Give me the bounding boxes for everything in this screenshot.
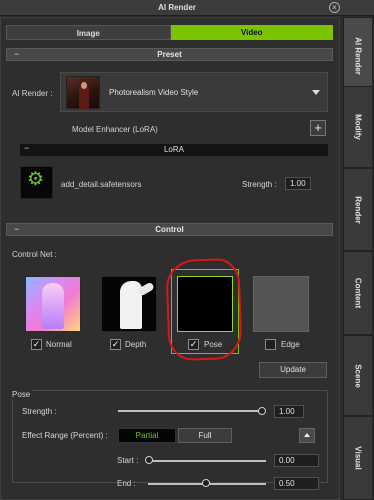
edge-preview[interactable] (253, 276, 309, 332)
collapse-up-button[interactable] (299, 428, 315, 443)
lora-thumbnail: ⚙ (20, 166, 53, 199)
depth-preview[interactable] (101, 276, 157, 332)
start-input[interactable]: 0.00 (274, 454, 319, 467)
preset-header-label: Preset (157, 50, 182, 59)
edge-label: Edge (281, 340, 300, 349)
side-tab-visual[interactable]: Visual (343, 416, 373, 500)
normal-checkbox[interactable]: ✓ (31, 339, 42, 350)
side-tab-content[interactable]: Content (343, 251, 373, 335)
tab-image[interactable]: Image (6, 25, 171, 40)
strength-slider-track[interactable] (118, 410, 262, 412)
lora-header-label: LoRA (163, 145, 184, 154)
partial-button[interactable]: Partial (118, 428, 176, 443)
ai-render-label: AI Render : (12, 89, 53, 98)
control-net-label: Control Net : (12, 250, 57, 259)
title-bar: AI Render × (0, 0, 374, 16)
normal-label: Normal (46, 340, 72, 349)
close-icon[interactable]: × (329, 2, 340, 13)
side-tab-modify[interactable]: Modify (343, 86, 373, 168)
full-button[interactable]: Full (178, 428, 232, 443)
end-input[interactable]: 0.50 (274, 477, 319, 490)
start-slider-handle[interactable] (145, 456, 153, 464)
pose-strength-label: Strength : (22, 407, 57, 416)
plus-icon: + (314, 120, 322, 135)
preset-section-header[interactable]: − Preset (6, 48, 333, 61)
style-name: Photorealism Video Style (109, 88, 199, 97)
effect-range-label: Effect Range (Percent) : (22, 431, 108, 440)
add-lora-button[interactable]: + (310, 120, 326, 136)
update-button[interactable]: Update (259, 362, 327, 378)
lora-strength-input[interactable]: 1.00 (285, 177, 311, 190)
window-title: AI Render (158, 3, 196, 12)
depth-checkbox[interactable]: ✓ (110, 339, 121, 350)
side-tab-render[interactable]: Render (343, 168, 373, 251)
lora-strength-label: Strength : (242, 180, 277, 189)
start-slider-track[interactable] (148, 460, 266, 462)
depth-label: Depth (125, 340, 147, 349)
arrow-up-icon (304, 433, 310, 437)
lora-section-header[interactable]: − LoRA (20, 143, 328, 156)
model-enhancer-label: Model Enhancer (LoRA) (72, 125, 158, 134)
tab-video[interactable]: Video (170, 25, 333, 40)
lora-file-name: add_detail.safetensors (61, 180, 142, 189)
normal-preview[interactable] (25, 276, 81, 332)
end-slider-handle[interactable] (202, 479, 210, 487)
side-tab-ai-render[interactable]: AI Render (343, 17, 373, 94)
style-thumbnail (66, 76, 100, 109)
strength-slider-handle[interactable] (258, 407, 266, 415)
red-circle-annotation (165, 257, 243, 362)
start-label: Start : (117, 456, 139, 465)
side-tab-bar: AI Render Modify Render Content Scene Vi… (342, 17, 374, 500)
gear-icon: ⚙ (27, 169, 45, 190)
control-header-label: Control (155, 225, 184, 234)
chevron-down-icon (312, 90, 320, 95)
side-tab-scene[interactable]: Scene (343, 335, 373, 416)
pose-group-label: Pose (10, 390, 33, 399)
style-dropdown[interactable]: Photorealism Video Style (60, 72, 328, 112)
control-section-header[interactable]: − Control (6, 223, 333, 236)
edge-checkbox[interactable] (265, 339, 276, 350)
pose-strength-input[interactable]: 1.00 (274, 405, 304, 418)
end-label: End : (117, 479, 136, 488)
mode-tabs: Image Video (6, 25, 333, 40)
